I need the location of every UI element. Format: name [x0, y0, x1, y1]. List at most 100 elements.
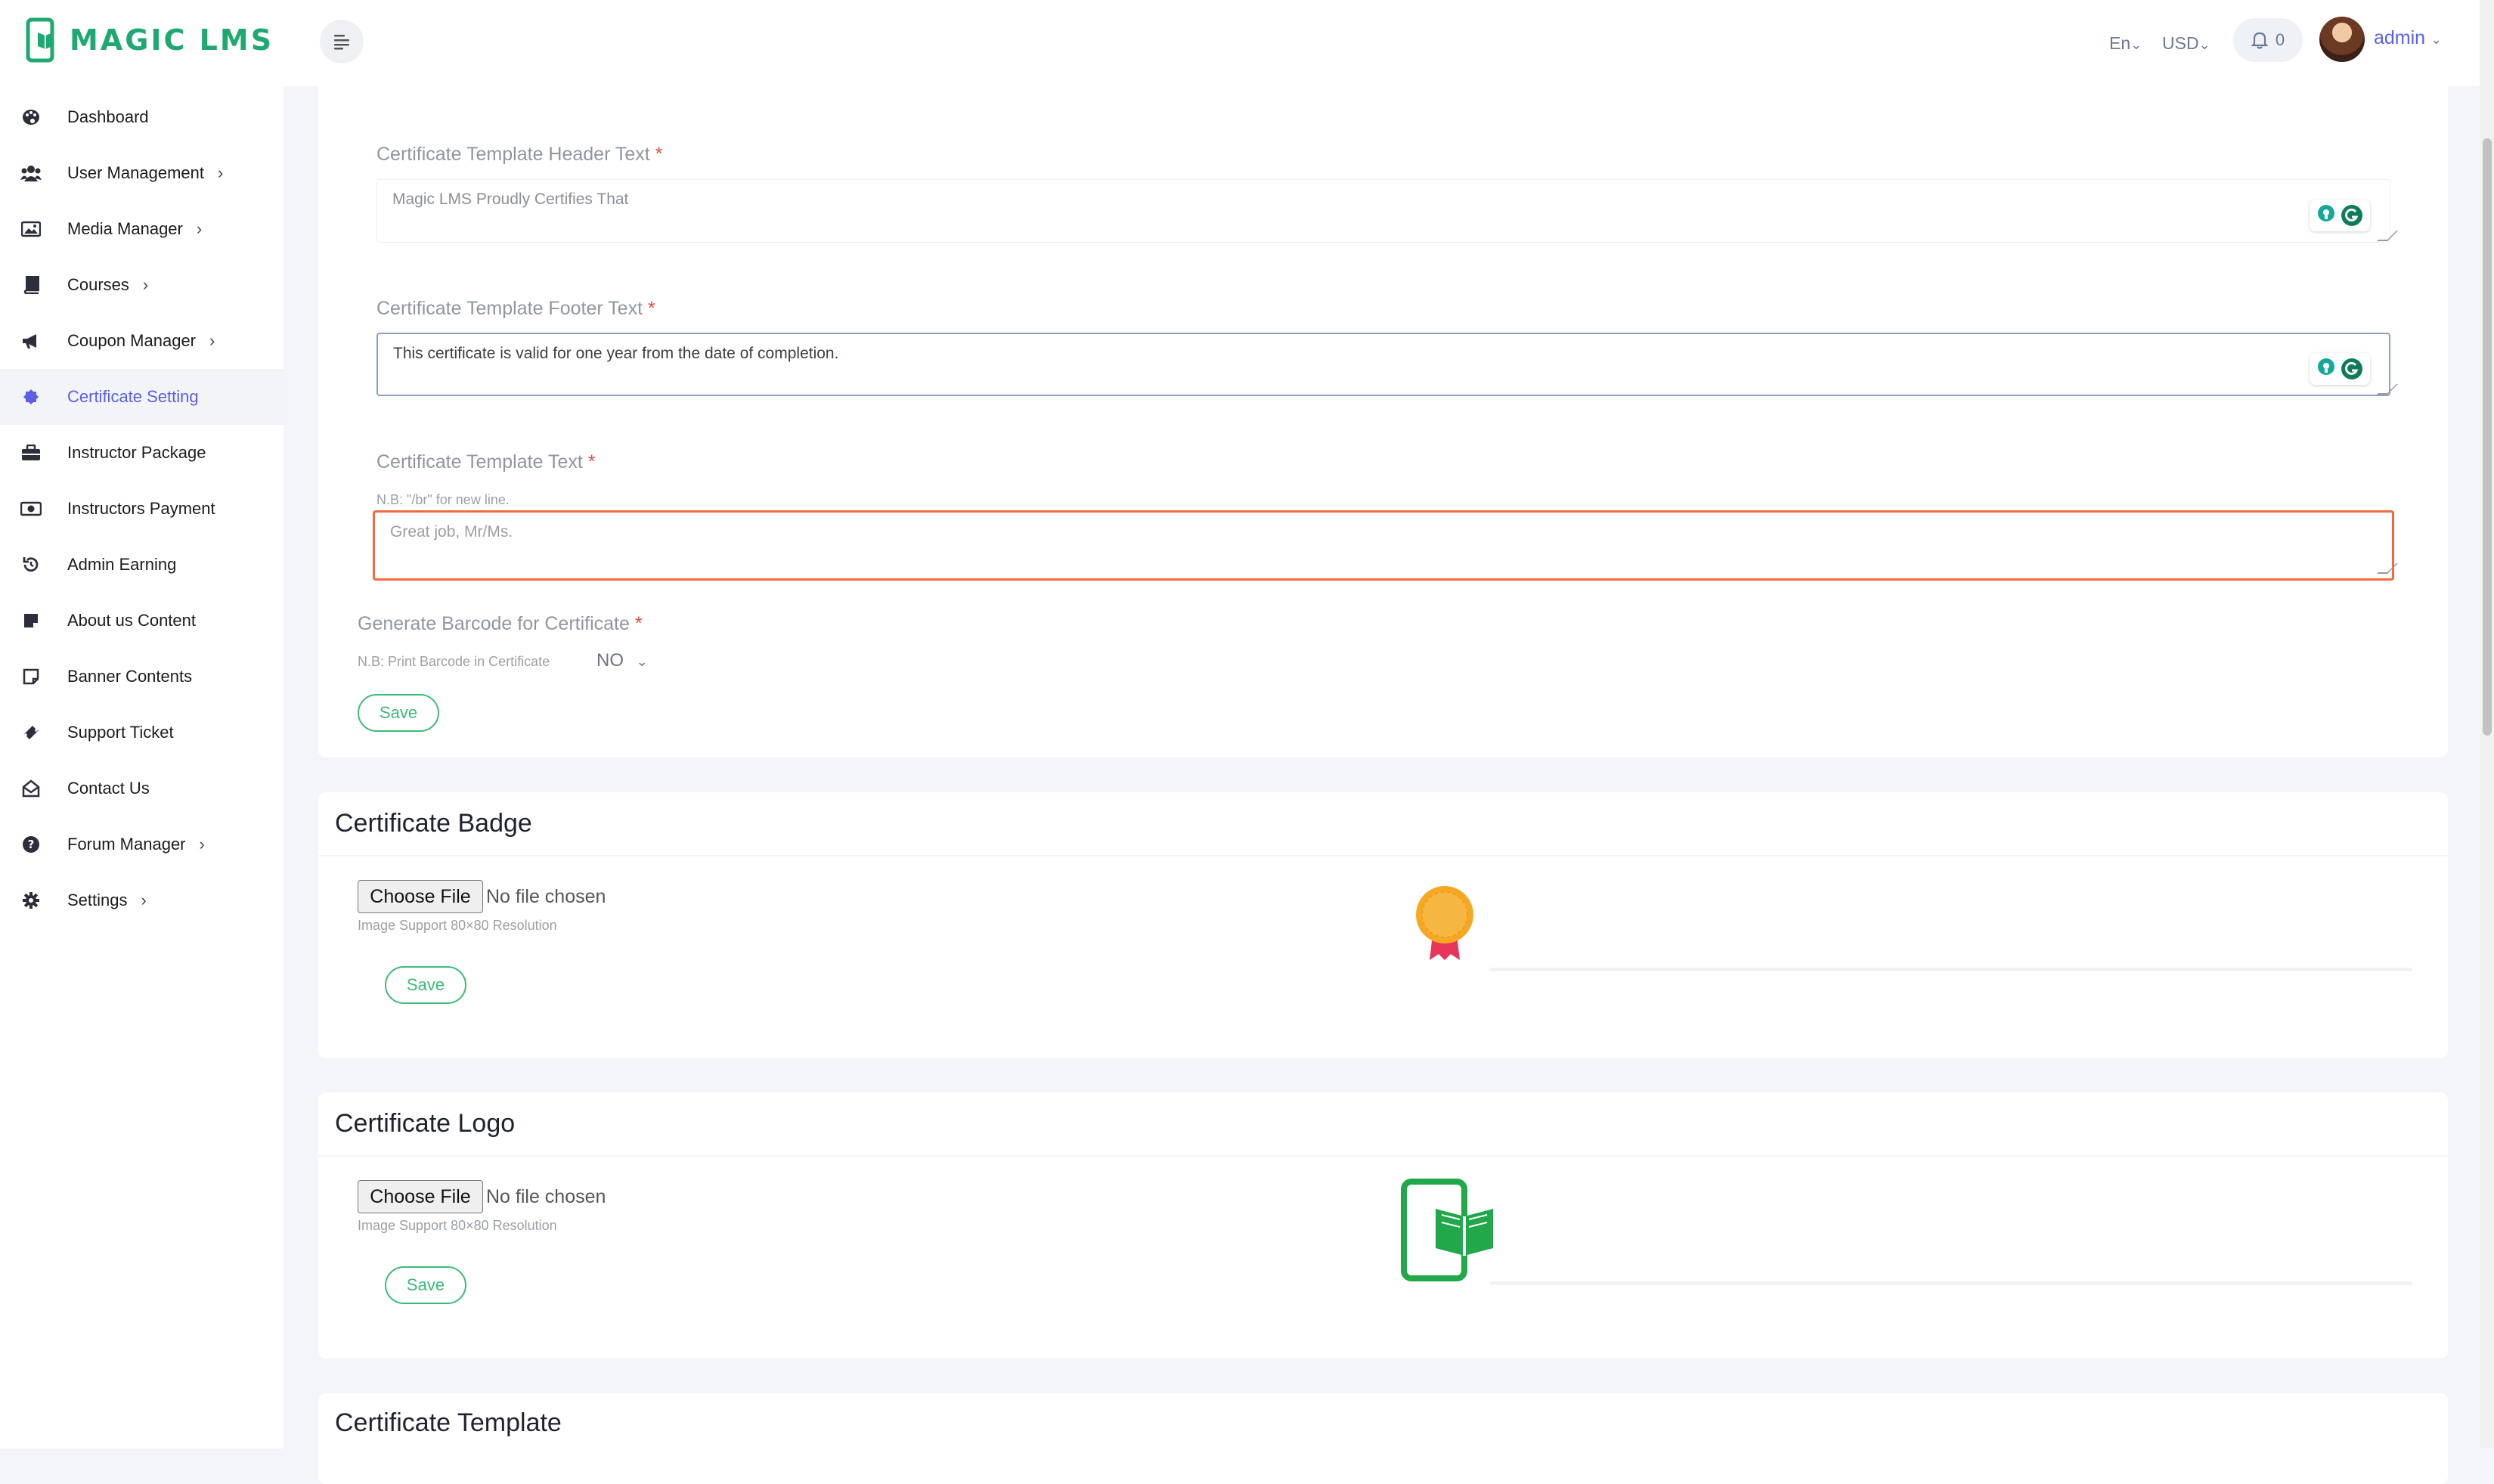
sidebar-item-label: Media Manager — [67, 219, 183, 238]
history-icon — [20, 553, 42, 576]
card-title: Certificate Badge — [335, 809, 532, 838]
currency-dropdown[interactable]: USD⌄ — [2162, 33, 2211, 54]
bell-icon — [2251, 32, 2268, 49]
certificate-logo-card: Certificate Logo Choose File No file cho… — [318, 1092, 2448, 1359]
sidebar-item-label: Forum Manager — [67, 835, 186, 854]
barcode-select-value: NO — [596, 650, 624, 671]
language-value: En — [2109, 33, 2131, 53]
sidebar-item-label: Settings — [67, 891, 128, 909]
user-name: admin — [2374, 27, 2426, 48]
save-button[interactable]: Save — [385, 1266, 466, 1304]
sidebar-item-certificate-setting[interactable]: Certificate Setting — [0, 369, 283, 425]
choose-file-button[interactable]: Choose File — [358, 880, 483, 913]
question-circle-icon: ? — [20, 833, 42, 856]
sidebar-item-about-us-content[interactable]: About us Content — [0, 593, 283, 649]
header-text-input[interactable]: Magic LMS Proudly Certifies That — [376, 179, 2390, 243]
sidebar-item-settings[interactable]: Settings › — [0, 872, 283, 928]
palette-icon — [20, 106, 42, 129]
briefcase-icon — [20, 441, 42, 464]
award-ribbon-icon — [1416, 886, 1473, 960]
footer-text-input[interactable]: This certificate is valid for one year f… — [376, 333, 2390, 396]
sidebar-item-dashboard[interactable]: Dashboard — [0, 89, 283, 145]
gear-icon — [20, 889, 42, 912]
sidebar-item-label: Instructor Package — [67, 443, 206, 462]
image-support-note: Image Support 80×80 Resolution — [358, 1218, 557, 1233]
currency-value: USD — [2162, 33, 2199, 53]
book-icon — [20, 274, 42, 296]
template-text-placeholder: Great job, Mr/Ms. — [390, 523, 513, 541]
template-text-input[interactable]: Great job, Mr/Ms. — [373, 510, 2394, 581]
chevron-right-icon: › — [217, 163, 224, 182]
no-file-text: No file chosen — [486, 886, 606, 907]
chevron-down-icon: ⌄ — [2130, 37, 2142, 52]
chevron-down-icon: ⌄ — [2430, 32, 2443, 47]
card-divider — [318, 1155, 2448, 1157]
save-button[interactable]: Save — [385, 966, 466, 1004]
save-button[interactable]: Save — [358, 694, 439, 732]
certificate-badge-card: Certificate Badge Choose File No file ch… — [318, 792, 2448, 1058]
barcode-select[interactable]: NO ⌄ — [596, 650, 648, 671]
barcode-label: Generate Barcode for Certificate * — [358, 613, 643, 634]
sidebar-item-support-ticket[interactable]: Support Ticket — [0, 705, 283, 761]
sidebar-item-label: User Management — [67, 163, 204, 182]
sidebar-item-instructors-payment[interactable]: Instructors Payment — [0, 481, 283, 537]
logo-preview-image — [1399, 1177, 1498, 1283]
sidebar: MAGIC LMS Dashboard User Management › Med… — [0, 0, 283, 1448]
sidebar-item-media-manager[interactable]: Media Manager › — [0, 201, 283, 257]
logo-text: MAGIC LMS — [70, 23, 274, 57]
user-menu[interactable]: admin ⌄ — [2374, 27, 2442, 49]
card-title: Certificate Logo — [335, 1109, 516, 1138]
sidebar-item-admin-earning[interactable]: Admin Earning — [0, 537, 283, 593]
notification-button[interactable]: 0 — [2233, 18, 2303, 62]
ticket-icon — [20, 721, 42, 744]
sidebar-item-label: Admin Earning — [67, 555, 177, 574]
envelope-open-icon — [20, 777, 42, 800]
sidebar-item-banner-contents[interactable]: Banner Contents — [0, 649, 283, 705]
topbar: En⌄ USD⌄ 0 admin ⌄ — [283, 0, 2480, 86]
language-dropdown[interactable]: En⌄ — [2109, 33, 2142, 54]
certificate-form-card: Certificate Template Header Text * Magic… — [318, 76, 2448, 757]
footer-text-value: This certificate is valid for one year f… — [393, 345, 839, 362]
barcode-note: N.B: Print Barcode in Certificate — [358, 654, 550, 669]
topbar-right: En⌄ USD⌄ 0 admin ⌄ — [1799, 0, 2480, 86]
image-icon — [20, 218, 42, 240]
sidebar-item-contact-us[interactable]: Contact Us — [0, 761, 283, 816]
sidebar-item-instructor-package[interactable]: Instructor Package — [0, 425, 283, 481]
badge-icon — [20, 386, 42, 408]
chevron-right-icon: › — [199, 835, 205, 854]
notification-count: 0 — [2275, 30, 2285, 49]
sidebar-item-label: Dashboard — [67, 107, 149, 126]
chevron-right-icon: › — [196, 219, 203, 238]
image-support-note: Image Support 80×80 Resolution — [358, 918, 557, 933]
book-logo-icon — [1401, 1179, 1493, 1281]
sidebar-item-label: Support Ticket — [67, 723, 174, 742]
chevron-down-icon: ⌄ — [2198, 37, 2211, 52]
grammarly-icon — [2341, 358, 2362, 380]
card-title: Certificate Template — [335, 1408, 562, 1437]
avatar[interactable] — [2319, 17, 2365, 62]
menu-icon — [334, 35, 349, 50]
chevron-down-icon: ⌄ — [636, 654, 648, 669]
menu-toggle-button[interactable] — [320, 20, 364, 64]
scrollbar-thumb[interactable] — [2483, 138, 2492, 736]
sidebar-item-label: Coupon Manager — [67, 331, 197, 350]
svg-text:?: ? — [28, 838, 35, 851]
megaphone-icon — [20, 330, 42, 352]
sidebar-item-label: Instructors Payment — [67, 499, 215, 518]
template-text-note: N.B: "/br" for new line. — [376, 492, 510, 507]
lightbulb-icon — [2318, 205, 2334, 222]
template-text-label: Certificate Template Text * — [376, 451, 596, 472]
sidebar-item-user-management[interactable]: User Management › — [0, 145, 283, 201]
grammarly-widget[interactable] — [2310, 353, 2370, 385]
badge-preview-image — [1407, 877, 1482, 968]
chevron-right-icon: › — [209, 331, 215, 350]
lightbulb-icon — [2318, 358, 2334, 375]
sidebar-item-coupon-manager[interactable]: Coupon Manager › — [0, 313, 283, 369]
chevron-right-icon: › — [141, 891, 147, 909]
grammarly-widget[interactable] — [2310, 200, 2370, 231]
app-logo[interactable]: MAGIC LMS — [26, 15, 274, 65]
sidebar-item-courses[interactable]: Courses › — [0, 257, 283, 313]
sidebar-item-forum-manager[interactable]: ? Forum Manager › — [0, 816, 283, 872]
choose-file-button[interactable]: Choose File — [358, 1180, 483, 1213]
note-icon — [20, 609, 42, 632]
